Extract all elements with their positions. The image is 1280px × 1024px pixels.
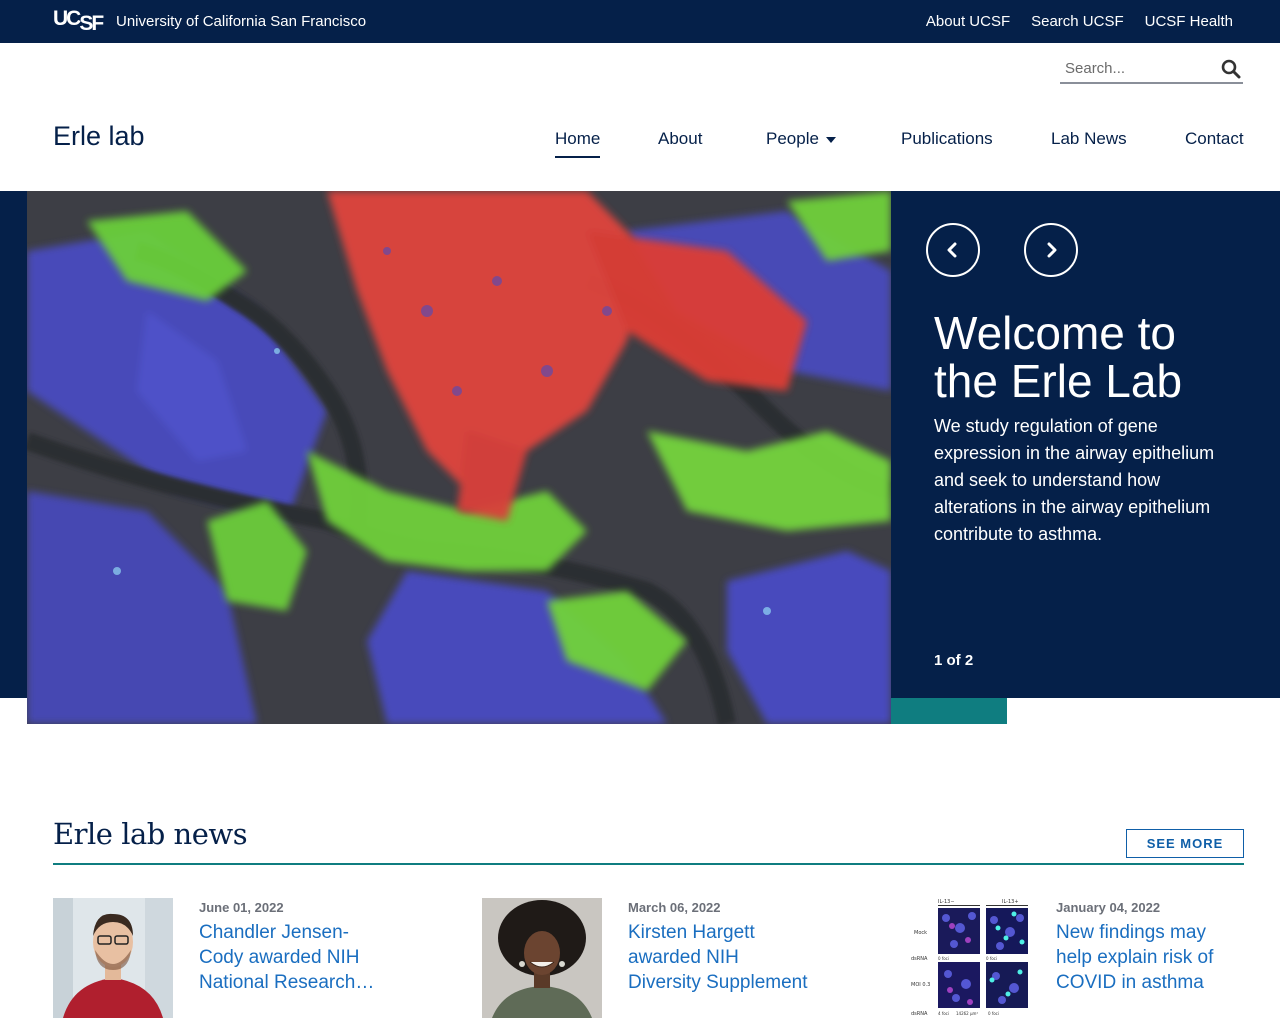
search-icon[interactable] <box>1221 59 1241 79</box>
news-headline-link[interactable]: New findings may help explain risk of CO… <box>1056 920 1241 995</box>
nav-publications[interactable]: Publications <box>901 129 993 149</box>
site-search <box>1060 56 1243 84</box>
nav-people-label: People <box>766 129 819 148</box>
figure-foci-label: 0 foci <box>988 1011 999 1016</box>
nav-contact[interactable]: Contact <box>1185 129 1244 149</box>
hero-microscopy-image <box>27 191 891 724</box>
news-headline-link[interactable]: Chandler Jensen-Cody awarded NIH Nationa… <box>199 920 384 995</box>
hero-title: Welcome to the Erle Lab <box>934 307 1183 407</box>
chevron-left-icon <box>947 242 957 258</box>
figure-col-label: IL-13− <box>938 899 955 905</box>
figure-foci-label: 0 foci <box>986 956 997 961</box>
figure-col-label: IL-13+ <box>1002 899 1019 905</box>
chevron-right-icon <box>1047 242 1057 258</box>
carousel-prev-button[interactable] <box>926 223 980 277</box>
news-headline-link[interactable]: Kirsten Hargett awarded NIH Diversity Su… <box>628 920 813 995</box>
news-thumbnail-photo[interactable] <box>53 898 173 1018</box>
utility-nav: About UCSF Search UCSF UCSF Health <box>926 13 1233 30</box>
nav-people[interactable]: People <box>766 129 836 149</box>
carousel-counter: 1 of 2 <box>934 652 974 669</box>
news-date: June 01, 2022 <box>199 900 284 915</box>
news-thumbnail-figure[interactable]: IL-13− IL-13+ Mock dsRNA MOI 0.3 dsRNA 0… <box>910 898 1030 1018</box>
figure-row-label: Mock <box>914 930 927 936</box>
university-name[interactable]: University of California San Francisco <box>116 13 366 30</box>
figure-foci-label: 4 foci <box>938 1011 949 1016</box>
main-nav: Home About People Publications Lab News … <box>0 129 1280 169</box>
news-item: IL-13− IL-13+ Mock dsRNA MOI 0.3 dsRNA 0… <box>910 898 1280 1024</box>
carousel-next-button[interactable] <box>1024 223 1078 277</box>
figure-foci-label: 0 foci <box>938 956 949 961</box>
nav-home[interactable]: Home <box>555 129 601 158</box>
see-more-button[interactable]: SEE MORE <box>1126 829 1244 858</box>
caret-down-icon <box>825 136 836 143</box>
search-input[interactable] <box>1065 60 1215 77</box>
news-section-title: Erle lab news <box>53 817 248 851</box>
news-item: March 06, 2022 Kirsten Hargett awarded N… <box>482 898 882 1024</box>
nav-about[interactable]: About <box>658 129 702 149</box>
news-date: January 04, 2022 <box>1056 900 1161 915</box>
news-item: June 01, 2022 Chandler Jensen-Cody award… <box>53 898 453 1024</box>
hero-description: We study regulation of gene expression i… <box>934 416 1215 544</box>
nav-lab-news[interactable]: Lab News <box>1051 129 1127 149</box>
hero-accent-bar <box>891 698 1007 724</box>
news-thumbnail-photo[interactable] <box>482 898 602 1018</box>
ucsf-top-bar: UCSF University of California San Franci… <box>0 0 1280 43</box>
figure-row-label: dsRNA <box>911 956 928 962</box>
figure-row-label: dsRNA <box>911 1011 928 1017</box>
figure-area-label: 14262 μm² <box>956 1011 978 1016</box>
news-divider <box>53 863 1244 865</box>
ucsf-health-link[interactable]: UCSF Health <box>1145 13 1233 30</box>
figure-row-label: MOI 0.3 <box>911 982 930 988</box>
about-ucsf-link[interactable]: About UCSF <box>926 13 1010 30</box>
news-date: March 06, 2022 <box>628 900 721 915</box>
ucsf-logo[interactable]: UCSF <box>53 7 104 35</box>
search-ucsf-link[interactable]: Search UCSF <box>1031 13 1124 30</box>
